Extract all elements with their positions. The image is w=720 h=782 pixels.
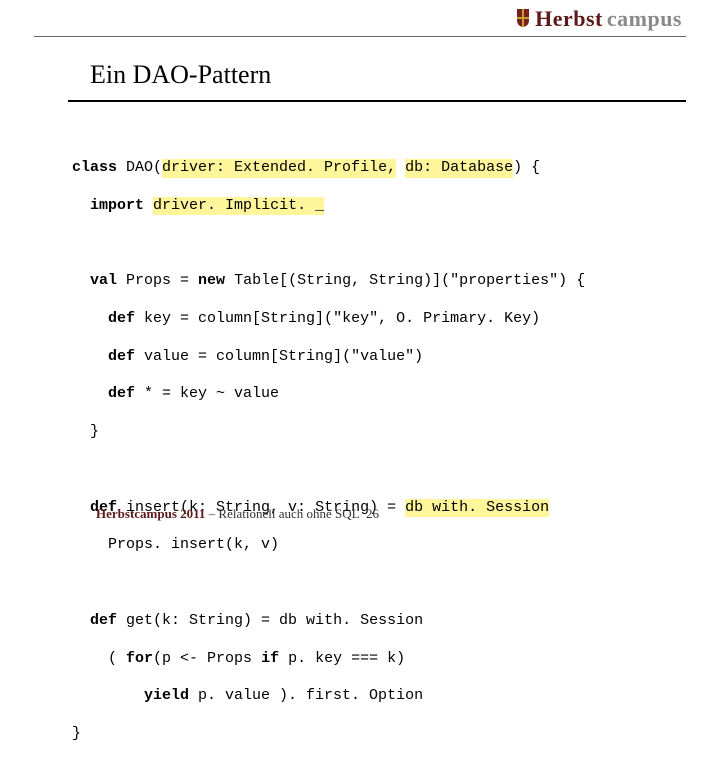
footer-subtitle: – Relationell auch ohne SQL bbox=[205, 506, 359, 521]
kw-def: def bbox=[108, 310, 135, 327]
title-divider bbox=[68, 100, 686, 102]
hl-driver-param: driver: Extended. Profile, bbox=[162, 159, 396, 178]
kw-def: def bbox=[108, 385, 135, 402]
slide: Herbstcampus Ein DAO-Pattern class DAO(d… bbox=[0, 0, 720, 540]
page-number: 26 bbox=[366, 506, 379, 522]
kw-def: def bbox=[108, 348, 135, 365]
header-divider bbox=[34, 36, 686, 37]
code-block: class DAO(driver: Extended. Profile, db:… bbox=[72, 140, 585, 782]
kw-val: val bbox=[90, 272, 117, 289]
header-bar: Herbstcampus bbox=[0, 0, 720, 36]
hl-db-param: db: Database bbox=[405, 159, 513, 178]
kw-def: def bbox=[90, 612, 117, 629]
kw-yield: yield bbox=[144, 687, 189, 704]
logo-text-campus: campus bbox=[607, 6, 682, 32]
logo-crest-icon bbox=[515, 8, 531, 28]
hl-db-withsession: db with. Session bbox=[405, 499, 549, 518]
hl-import-driver: driver. Implicit. _ bbox=[153, 197, 324, 216]
kw-for: for bbox=[126, 650, 153, 667]
kw-new: new bbox=[198, 272, 225, 289]
kw-class: class bbox=[72, 159, 117, 176]
kw-if: if bbox=[261, 650, 279, 667]
footer-event: Herbstcampus 2011 bbox=[96, 506, 205, 521]
logo: Herbstcampus bbox=[515, 6, 682, 32]
slide-title: Ein DAO-Pattern bbox=[90, 60, 271, 90]
footer: Herbstcampus 2011 – Relationell auch ohn… bbox=[96, 506, 360, 522]
kw-import: import bbox=[90, 197, 144, 214]
logo-text-herbst: Herbst bbox=[535, 6, 603, 32]
